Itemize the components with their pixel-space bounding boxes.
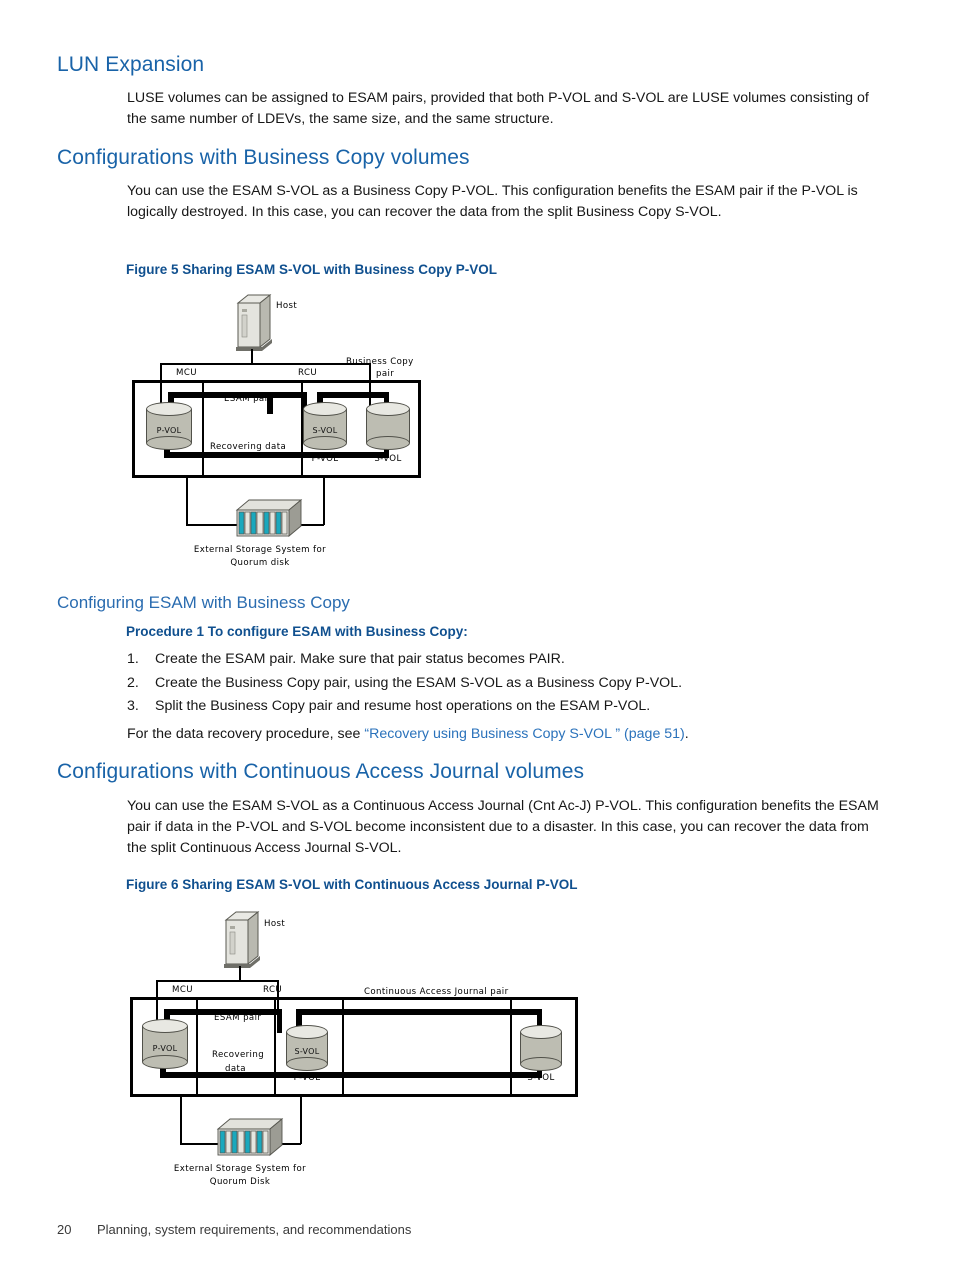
figure-5-host-label: Host [276, 301, 298, 311]
figure-6-caption: Figure 6 Sharing ESAM S-VOL with Continu… [126, 877, 578, 892]
external-storage-icon [229, 496, 307, 547]
figure-6-pvol-label: P-VOL [152, 1044, 178, 1053]
figure-6-svol-right-label: S-VOL [527, 1073, 555, 1083]
figure-5-rcu-label: RCU [298, 368, 318, 378]
step-marker: 2. [127, 674, 139, 691]
quorum-right-line [323, 478, 325, 525]
figure-6-svol-mid-sublabel: P-VOL [293, 1073, 321, 1083]
paragraph-lun-expansion: LUSE volumes can be assigned to ESAM pai… [127, 90, 869, 127]
host-bus-line [156, 980, 278, 982]
figure-6-recovering-label-line1: Recovering [212, 1050, 265, 1060]
figure-5-volume-pvol: P-VOL [146, 402, 192, 450]
data-recovery-note-suffix: . [684, 726, 689, 742]
figure-6-volume-pvol: P-VOL [142, 1019, 188, 1069]
bc-pair-top-bar [317, 392, 389, 398]
figure-5-diagram: Host MCU RCU Business Copy pair ESAM pai… [128, 292, 458, 572]
figure-5-storage-label-line2: Quorum disk [230, 558, 290, 568]
figure-5-pvol-label: P-VOL [156, 426, 182, 435]
figure-5-svol-mid-sublabel: P-VOL [311, 454, 339, 464]
host-stem-line [239, 966, 241, 981]
paragraph-cnt-ac-j: You can use the ESAM S-VOL as a Continuo… [127, 798, 879, 856]
heading-cnt-ac-j-volumes: Configurations with Continuous Access Jo… [57, 760, 585, 783]
esam-pair-right-stub [276, 1009, 282, 1033]
external-storage-icon [210, 1115, 288, 1166]
figure-6-volume-svol-mid: S-VOL [286, 1025, 328, 1071]
step-text: Split the Business Copy pair and resume … [155, 698, 651, 714]
figure-6-rcu-label: RCU [263, 985, 283, 995]
step-text: Create the Business Copy pair, using the… [155, 674, 683, 691]
cntacj-top-bar [296, 1009, 542, 1015]
quorum-right-line [300, 1097, 302, 1144]
recovering-data-bar [164, 452, 389, 458]
figure-5-svol-right-label: S-VOL [374, 454, 402, 464]
data-recovery-note-prefix: For the data recovery procedure, see [127, 726, 365, 742]
paragraph-business-copy: You can use the ESAM S-VOL as a Business… [127, 183, 858, 220]
figure-6-storage-label-line1: External Storage System for [173, 1164, 307, 1174]
step-marker: 1. [127, 651, 139, 667]
figure-6-host-label: Host [264, 919, 286, 929]
figure-6-svol-mid-label: S-VOL [294, 1047, 320, 1056]
figure-6-mcu-label: MCU [172, 985, 193, 995]
figure-5-volume-svol-right [366, 402, 410, 450]
list-item: 1. Create the ESAM pair. Make sure that … [127, 648, 887, 672]
figure-6-cnt-pair-label: Continuous Access Journal pair [364, 987, 509, 997]
figure-6-recovering-label-line2: data [225, 1064, 246, 1074]
footer-chapter-title: Planning, system requirements, and recom… [97, 1222, 412, 1237]
figure-6-esam-pair-label: ESAM pair [214, 1013, 262, 1023]
figure-6-storage-label-line2: Quorum Disk [209, 1177, 271, 1187]
step-marker: 3. [127, 698, 139, 714]
figure-5-caption: Figure 5 Sharing ESAM S-VOL with Busines… [126, 262, 498, 277]
quorum-left-line [180, 1097, 182, 1144]
heading-lun-expansion: LUN Expansion [57, 53, 205, 76]
figure-5-esam-pair-label: ESAM pair [224, 394, 272, 404]
host-bus-line [160, 363, 370, 365]
host-stem-line [251, 349, 253, 364]
figure-5-mcu-label: MCU [176, 368, 197, 378]
list-item: 2. Create the Business Copy pair, using … [127, 672, 887, 696]
heading-business-copy-volumes: Configurations with Business Copy volume… [57, 146, 470, 169]
page-footer: 20 Planning, system requirements, and re… [57, 1222, 411, 1237]
figure-5-volume-svol-mid: S-VOL [303, 402, 347, 450]
step-text: Create the ESAM pair. Make sure that pai… [155, 651, 565, 667]
figure-5-storage-label-line1: External Storage System for [193, 545, 327, 555]
procedure-1-title: Procedure 1 To configure ESAM with Busin… [126, 624, 468, 639]
data-recovery-note: For the data recovery procedure, see “Re… [127, 724, 917, 745]
figure-5-bc-pair-label-line2: pair [376, 369, 395, 379]
quorum-left-line [186, 478, 188, 525]
figure-6-volume-svol-right [520, 1025, 562, 1071]
list-item: 3. Split the Business Copy pair and resu… [127, 695, 887, 719]
figure-6-diagram: Host MCU RCU Continuous Access Journal p… [128, 907, 598, 1197]
footer-page-number: 20 [57, 1222, 72, 1237]
recovery-procedure-link[interactable]: “Recovery using Business Copy S-VOL ” (p… [364, 726, 684, 742]
document-page: LUN Expansion LUSE volumes can be assign… [0, 0, 954, 1271]
recovering-data-bar [160, 1072, 542, 1078]
figure-5-bc-pair-label-line1: Business Copy [346, 357, 414, 367]
procedure-1-steps: 1. Create the ESAM pair. Make sure that … [127, 648, 887, 719]
figure-5-svol-mid-label: S-VOL [312, 426, 338, 435]
figure-5-recovering-label: Recovering data [210, 442, 287, 452]
heading-configuring-esam: Configuring ESAM with Business Copy [57, 593, 350, 612]
